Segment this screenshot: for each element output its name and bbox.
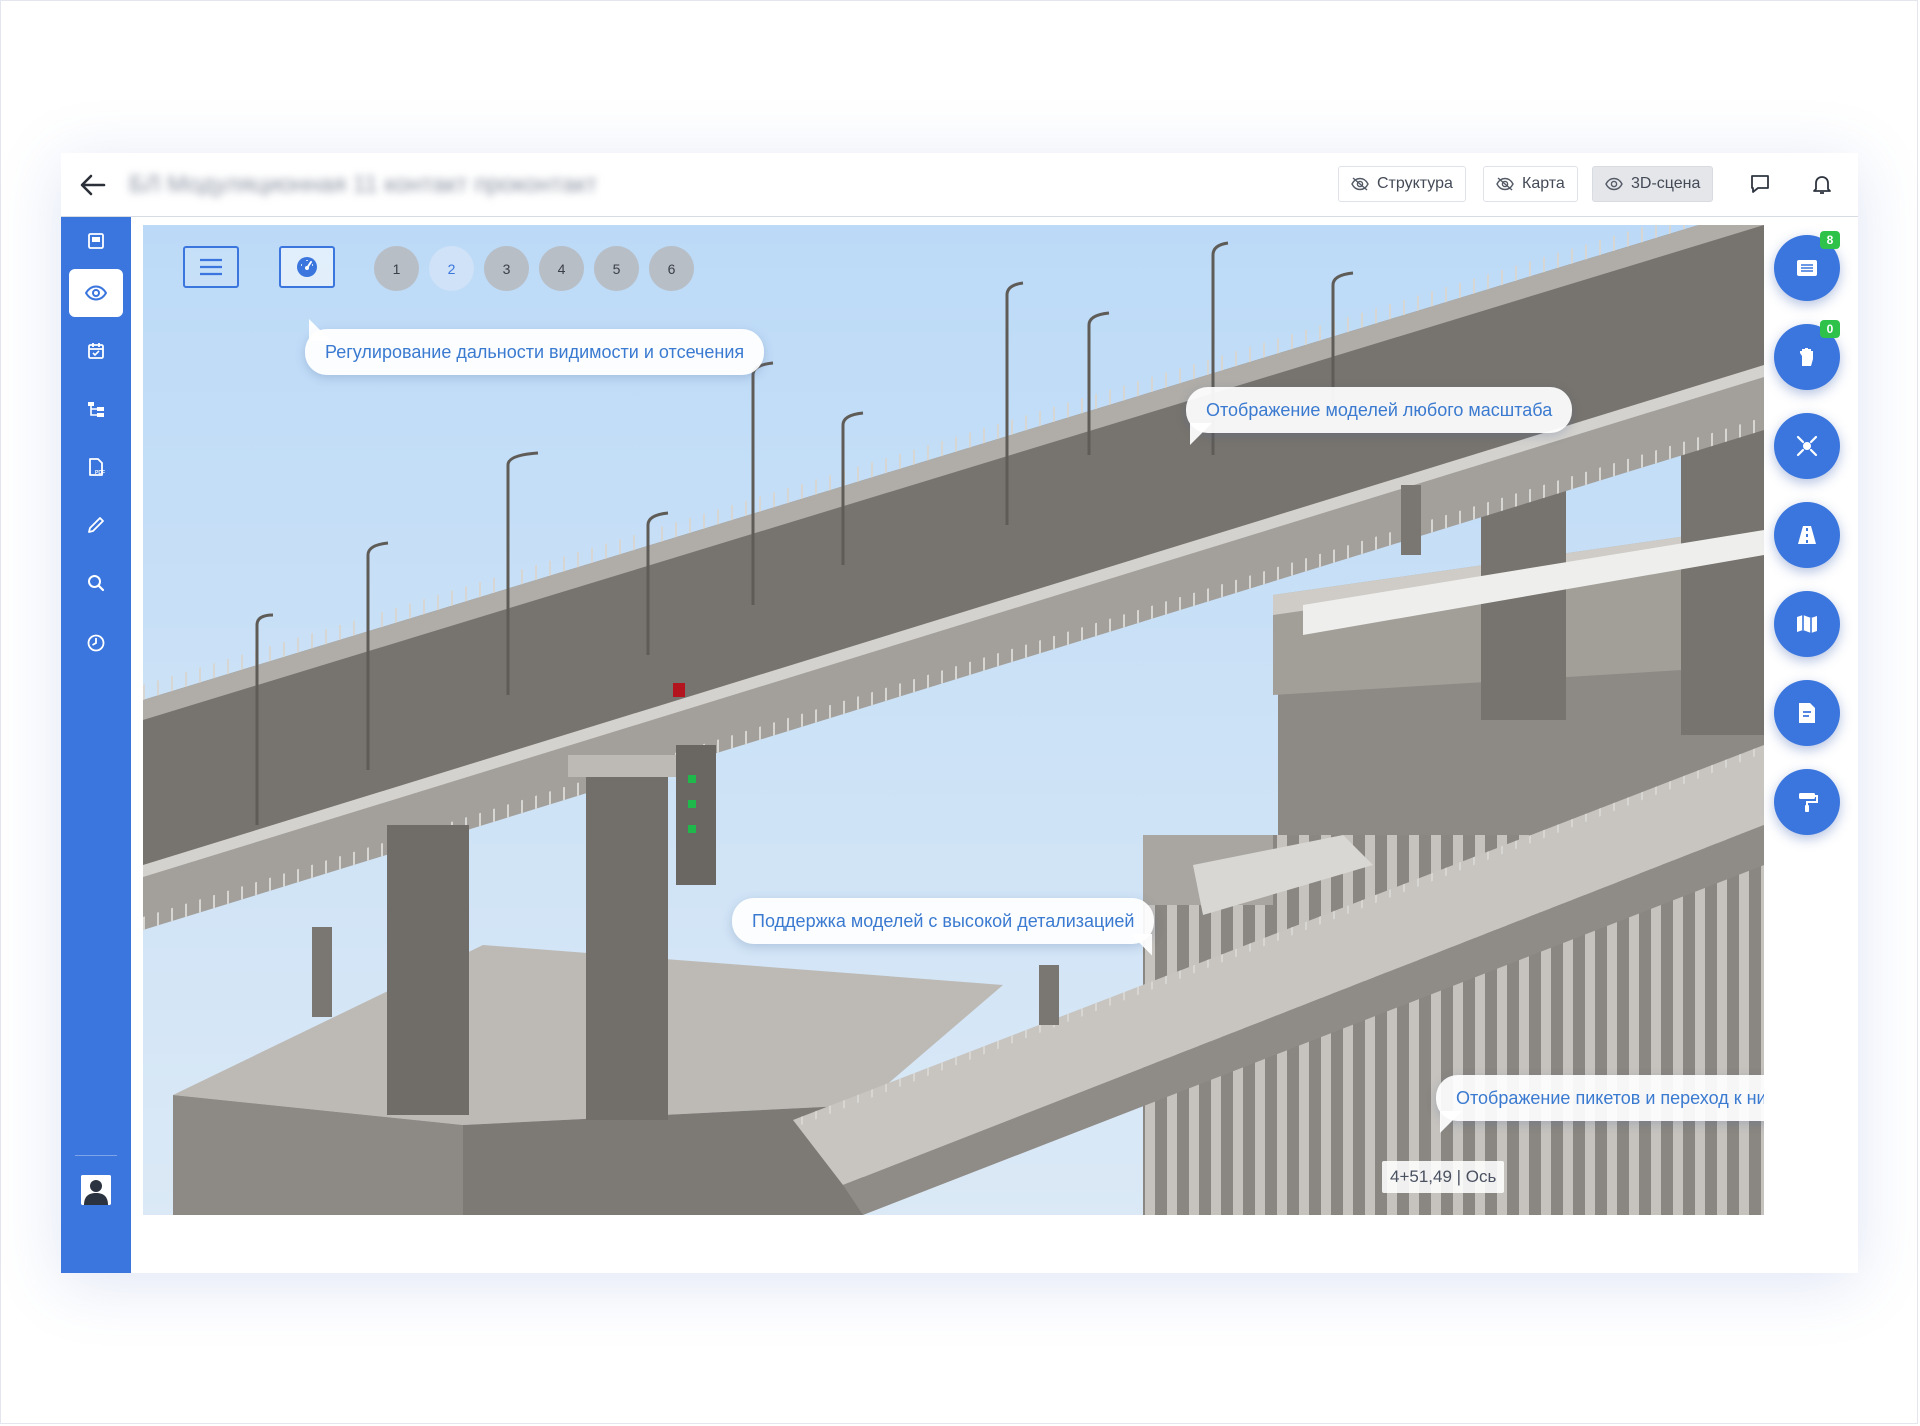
focus-button[interactable] — [1774, 413, 1840, 479]
arrow-left-icon — [80, 174, 106, 196]
callout-scale-text: Отображение моделей любого масштаба — [1206, 399, 1553, 420]
document-button[interactable] — [1774, 680, 1840, 746]
list-badge: 8 — [1820, 231, 1840, 249]
level-button-4[interactable]: 4 — [539, 246, 584, 291]
view-structure-button[interactable]: Структура — [1338, 166, 1466, 202]
view-3d-scene-button[interactable]: 3D-сцена — [1592, 166, 1714, 202]
pencil-icon — [88, 517, 104, 533]
eye-off-icon — [1496, 177, 1514, 191]
paint-roller-button[interactable] — [1774, 769, 1840, 835]
paint-roller-icon — [1799, 793, 1818, 812]
user-avatar-icon — [81, 1175, 111, 1205]
focus-icon — [1796, 435, 1818, 457]
chat-icon — [1751, 175, 1769, 193]
sidebar-item-calendar[interactable] — [69, 327, 123, 375]
view-map-button[interactable]: Карта — [1483, 166, 1578, 202]
level-button-6[interactable]: 6 — [649, 246, 694, 291]
callout-pickets-text: Отображение пикетов и переход к ним — [1456, 1087, 1764, 1108]
sidebar-divider — [75, 1155, 117, 1156]
app-window: БЛ Модуляционная 11 контакт проконтакт С… — [61, 153, 1858, 1273]
sidebar-item-pdf[interactable]: PDF — [69, 443, 123, 491]
level-button-2[interactable]: 2 — [429, 246, 474, 291]
list-button[interactable]: 8 — [1774, 231, 1840, 301]
callout-detail: Поддержка моделей с высокой детализацией — [732, 898, 1155, 956]
hand-icon — [1800, 348, 1813, 366]
speedometer-icon — [297, 257, 317, 277]
callout-scale: Отображение моделей любого масштаба — [1186, 387, 1573, 445]
3d-viewport[interactable]: 1 2 3 4 5 6 Регулирование дальности види… — [143, 225, 1764, 1215]
eye-icon — [85, 285, 107, 301]
search-icon — [88, 575, 105, 592]
map-icon — [1797, 615, 1817, 633]
hand-tool-button[interactable]: 0 — [1774, 320, 1840, 390]
top-bar: БЛ Модуляционная 11 контакт проконтакт С… — [61, 153, 1858, 217]
pdf-file-icon: PDF — [89, 458, 105, 476]
list-icon — [1797, 260, 1817, 276]
tree-structure-icon — [88, 402, 104, 417]
sidebar-item-structure[interactable] — [69, 385, 123, 433]
document-icon — [1799, 703, 1815, 723]
eye-off-icon — [1351, 177, 1369, 191]
view-3d-scene-label: 3D-сцена — [1631, 175, 1701, 192]
calendar-check-icon — [88, 343, 104, 359]
callout-visibility: Регулирование дальности видимости и отсе… — [305, 319, 765, 375]
visibility-range-button[interactable] — [279, 246, 335, 288]
callout-visibility-text: Регулирование дальности видимости и отсе… — [325, 341, 745, 362]
menu-icon — [200, 258, 222, 276]
sidebar-item-history[interactable] — [69, 619, 123, 667]
sidebar-item-search[interactable] — [69, 559, 123, 607]
level-button-5[interactable]: 5 — [594, 246, 639, 291]
hand-badge: 0 — [1820, 320, 1840, 338]
sidebar-item-dashboard[interactable] — [69, 217, 123, 265]
sidebar-item-view[interactable] — [69, 269, 123, 317]
view-structure-label: Структура — [1377, 175, 1453, 192]
road-button[interactable] — [1774, 502, 1840, 568]
eye-icon — [1605, 177, 1623, 191]
level-button-3[interactable]: 3 — [484, 246, 529, 291]
road-icon — [1798, 526, 1816, 544]
sidebar: PDF — [61, 217, 131, 1273]
bell-icon — [1813, 176, 1831, 194]
callout-detail-text: Поддержка моделей с высокой детализацией — [752, 910, 1135, 931]
view-map-label: Карта — [1522, 175, 1565, 192]
clock-icon — [87, 634, 105, 652]
user-avatar[interactable] — [81, 1175, 111, 1205]
menu-button[interactable] — [183, 246, 239, 288]
notifications-button[interactable] — [1806, 168, 1838, 200]
sidebar-item-edit[interactable] — [69, 501, 123, 549]
level-button-1[interactable]: 1 — [374, 246, 419, 291]
back-button[interactable] — [75, 167, 111, 203]
map-button[interactable] — [1774, 591, 1840, 657]
chat-button[interactable] — [1744, 168, 1776, 200]
project-title: БЛ Модуляционная 11 контакт проконтакт — [129, 171, 598, 198]
callout-pickets: Отображение пикетов и переход к ним — [1436, 1075, 1764, 1133]
dashboard-icon — [88, 233, 104, 249]
picket-coordinate[interactable]: 4+51,49 | Ось — [1382, 1161, 1505, 1193]
svg-text:PDF: PDF — [95, 470, 105, 476]
